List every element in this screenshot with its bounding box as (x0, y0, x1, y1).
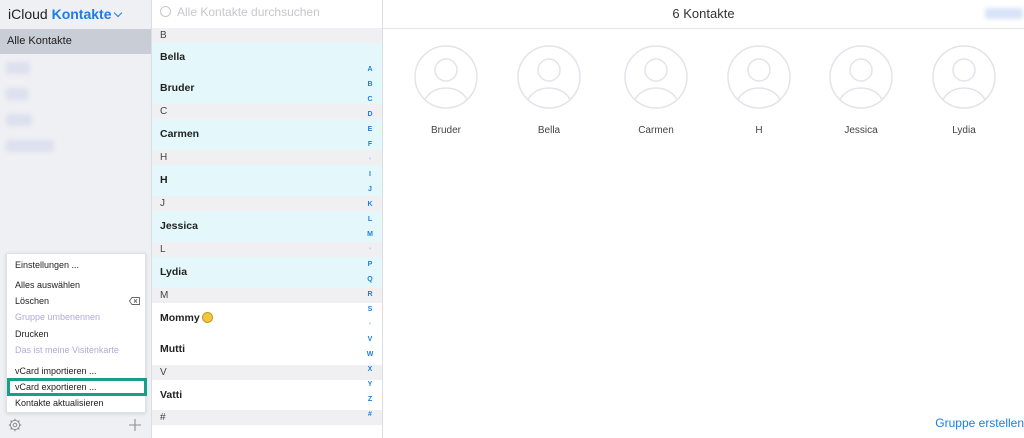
index-letter[interactable]: B (365, 81, 375, 88)
index-letter[interactable]: X (365, 366, 375, 373)
menu-item-rename-group: Gruppe umbenennen (15, 312, 101, 322)
contact-card-name: Jessica (844, 125, 878, 136)
index-separator[interactable]: • (365, 156, 375, 163)
create-group-button[interactable]: Gruppe erstellen (935, 416, 1024, 430)
sidebar-group-1[interactable] (6, 62, 30, 74)
section-header-v: V (152, 365, 382, 380)
section-header-l: L (152, 242, 382, 257)
contact-name: Mommy (160, 312, 200, 324)
contact-row-mommy[interactable]: Mommy (152, 303, 382, 334)
contact-card-name: H (755, 125, 763, 136)
index-letter[interactable]: V (365, 336, 375, 343)
search-icon (160, 6, 171, 17)
header-action[interactable] (985, 8, 1023, 19)
contact-row-carmen[interactable]: Carmen (152, 119, 382, 150)
brand-icloud: iCloud (8, 6, 48, 22)
index-letter[interactable]: A (365, 66, 375, 73)
section-header-hash: # (152, 410, 382, 425)
contact-row-bella[interactable]: Bella (152, 43, 382, 74)
index-letter[interactable]: Y (365, 381, 375, 388)
index-separator[interactable]: • (365, 246, 375, 253)
index-letter[interactable]: R (365, 291, 375, 298)
section-header-j: J (152, 196, 382, 211)
index-separator[interactable]: • (365, 321, 375, 328)
index-letter[interactable]: # (365, 411, 375, 418)
index-letter[interactable]: P (365, 261, 375, 268)
sidebar-group-2[interactable] (6, 88, 28, 100)
contact-row-bruder[interactable]: Bruder (152, 74, 382, 104)
avatar-placeholder-icon (727, 45, 791, 109)
index-letter[interactable]: L (365, 216, 375, 223)
contact-row-h[interactable]: H (152, 165, 382, 196)
header-divider (383, 28, 1024, 29)
index-letter[interactable]: W (365, 351, 375, 358)
contact-card-carmen[interactable]: Carmen (616, 45, 696, 136)
app-switcher[interactable]: iCloud Kontakte (8, 6, 122, 22)
contact-card-bruder[interactable]: Bruder (406, 45, 486, 136)
emoji-face-icon (201, 312, 213, 323)
menu-item-delete[interactable]: Löschen (15, 296, 49, 306)
menu-item-select-all[interactable]: Alles auswählen (15, 280, 80, 290)
contact-card-name: Carmen (638, 125, 674, 136)
main-pane: 6 Kontakte Bruder Bella Carmen H Jessica… (383, 0, 1024, 438)
contact-list: Alle Kontakte durchsuchen B Bella Bruder… (152, 0, 383, 438)
section-header-h: H (152, 150, 382, 165)
contact-card-jessica[interactable]: Jessica (821, 45, 901, 136)
contact-row-lydia[interactable]: Lydia (152, 257, 382, 288)
menu-item-print[interactable]: Drucken (15, 329, 49, 339)
sidebar-group-3[interactable] (6, 114, 32, 126)
chevron-down-icon (113, 8, 122, 18)
index-letter[interactable]: J (365, 186, 375, 193)
contact-card-name: Lydia (952, 125, 976, 136)
section-header-m: M (152, 288, 382, 303)
menu-item-my-card: Das ist meine Visitenkarte (15, 345, 119, 355)
avatar-placeholder-icon (829, 45, 893, 109)
index-letter[interactable]: I (365, 171, 375, 178)
avatar-placeholder-icon (414, 45, 478, 109)
search-field[interactable]: Alle Kontakte durchsuchen (160, 5, 320, 19)
brand-app-name: Kontakte (51, 6, 112, 22)
menu-item-import-vcard[interactable]: vCard importieren ... (15, 366, 97, 376)
index-letter[interactable]: F (365, 141, 375, 148)
contact-row-jessica[interactable]: Jessica (152, 211, 382, 242)
avatar-placeholder-icon (932, 45, 996, 109)
section-header-b: B (152, 28, 382, 43)
add-contact-icon[interactable] (128, 418, 142, 432)
search-placeholder: Alle Kontakte durchsuchen (177, 5, 320, 19)
contact-row-vatti[interactable]: Vatti (152, 380, 382, 410)
contact-row-mutti[interactable]: Mutti (152, 334, 382, 365)
sidebar: iCloud Kontakte Alle Kontakte Einstellun… (0, 0, 152, 438)
contact-card-h[interactable]: H (719, 45, 799, 136)
avatar-placeholder-icon (624, 45, 688, 109)
index-letter[interactable]: C (365, 96, 375, 103)
highlight-box (7, 378, 147, 396)
index-letter[interactable]: Z (365, 396, 375, 403)
index-letter[interactable]: E (365, 126, 375, 133)
contact-count-title: 6 Kontakte (672, 6, 735, 21)
section-header-c: C (152, 104, 382, 119)
contact-card-name: Bruder (430, 125, 461, 136)
contact-card-lydia[interactable]: Lydia (924, 45, 1004, 136)
index-letter[interactable]: K (365, 201, 375, 208)
contact-card-name: Bella (537, 125, 561, 136)
index-letter[interactable]: D (365, 111, 375, 118)
delete-backspace-icon (129, 297, 140, 305)
sidebar-group-4[interactable] (6, 140, 54, 152)
index-letter[interactable]: M (365, 231, 375, 238)
sidebar-item-all-contacts[interactable]: Alle Kontakte (0, 29, 151, 54)
avatar-placeholder-icon (517, 45, 581, 109)
menu-item-settings[interactable]: Einstellungen ... (15, 260, 79, 270)
menu-item-refresh[interactable]: Kontakte aktualisieren (15, 398, 104, 408)
contact-card-bella[interactable]: Bella (509, 45, 589, 136)
index-letter[interactable]: S (365, 306, 375, 313)
gear-icon[interactable] (8, 418, 22, 432)
index-letter[interactable]: Q (365, 276, 375, 283)
